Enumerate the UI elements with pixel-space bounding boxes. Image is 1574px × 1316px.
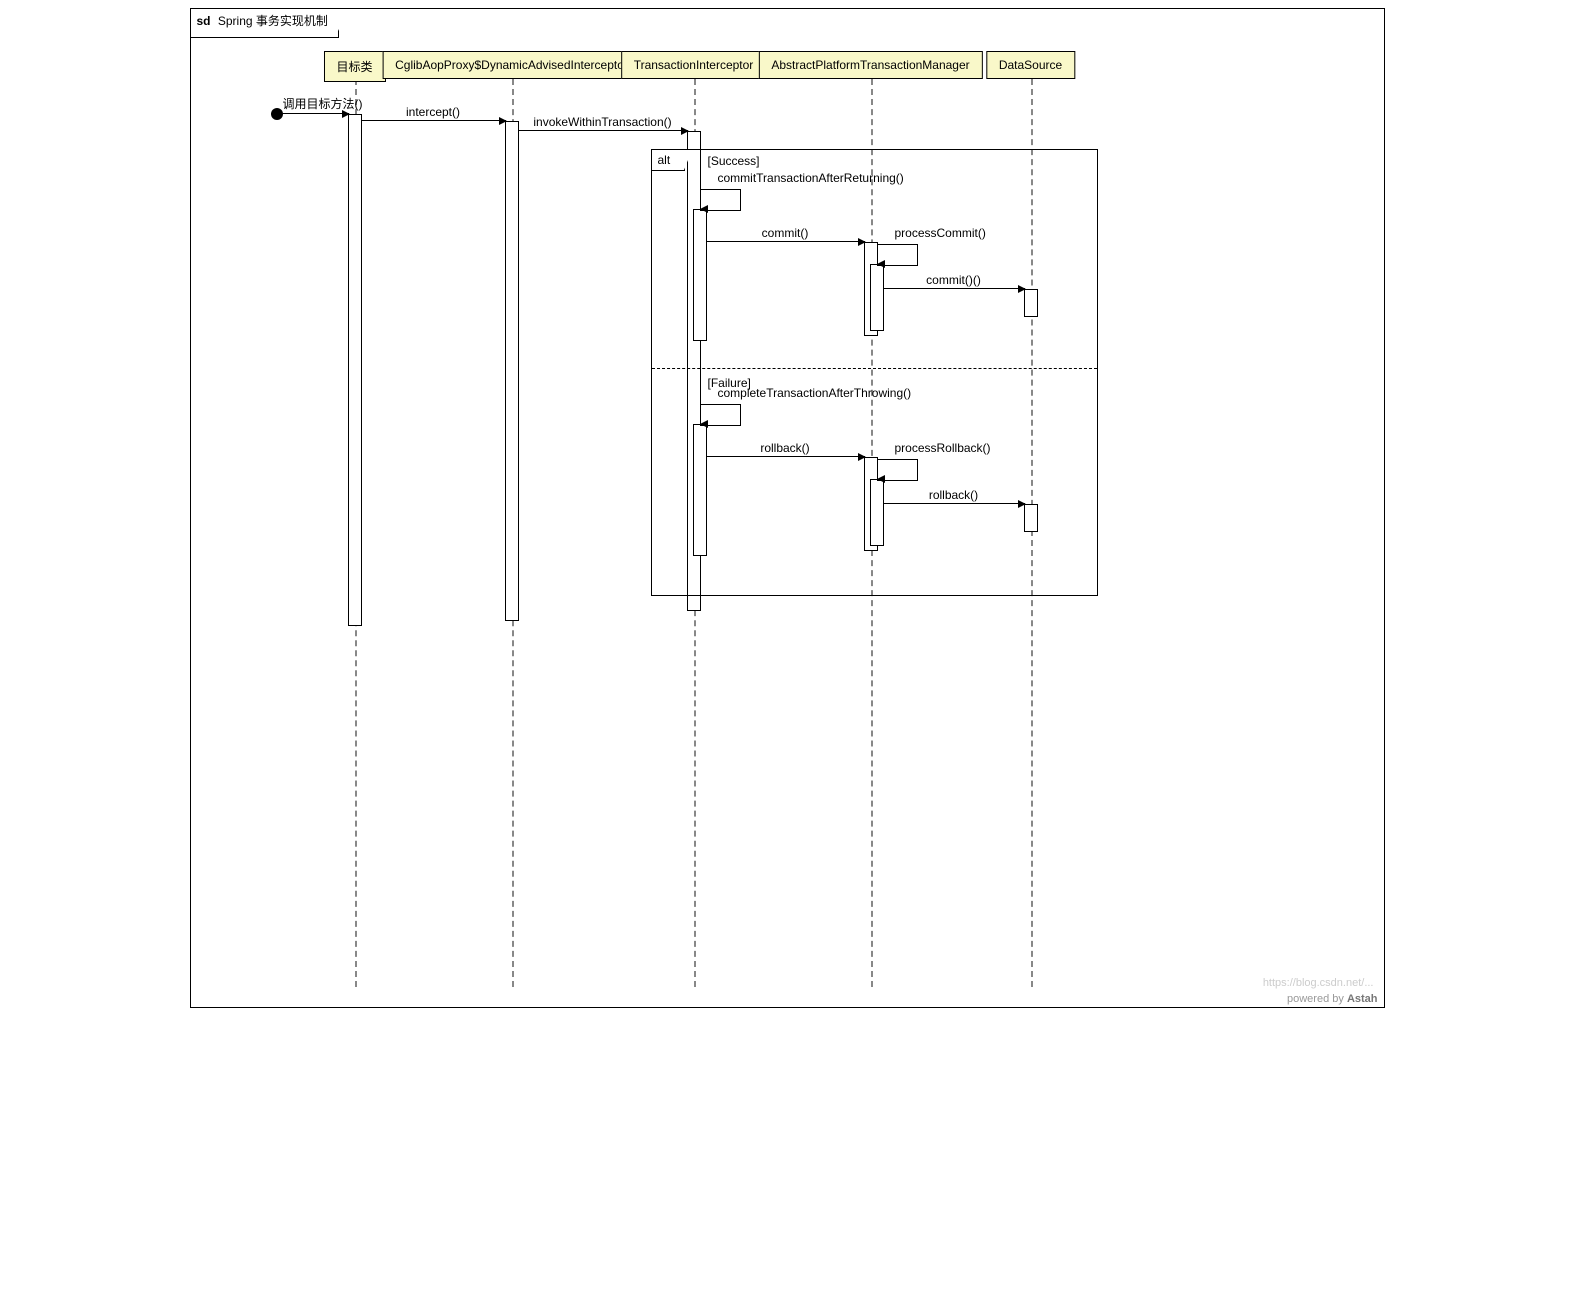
- activation-mgr-processrollback: [870, 479, 884, 546]
- head-proxy: CglibAopProxy$DynamicAdvisedInterceptor: [382, 51, 641, 79]
- activation-ti-commit: [693, 209, 707, 341]
- alt-divider: [652, 368, 1097, 369]
- frame-kind: sd: [197, 14, 211, 28]
- frame-title: Spring 事务实现机制: [218, 14, 328, 28]
- frame-title-tab: sd Spring 事务实现机制: [191, 9, 339, 38]
- watermark: https://blog.csdn.net/...: [1263, 977, 1374, 989]
- msg-commit: commit(): [706, 228, 865, 242]
- head-datasource: DataSource: [986, 51, 1075, 79]
- activation-target: [348, 114, 362, 626]
- activation-proxy: [505, 121, 519, 621]
- msg-call-target: 调用目标方法(): [283, 100, 349, 114]
- msg-rollback-ds: rollback(): [883, 490, 1025, 504]
- footer-credit: powered by Astah: [1287, 993, 1378, 1005]
- head-transaction-interceptor: TransactionInterceptor: [621, 51, 767, 79]
- guard-success: [Success]: [708, 154, 760, 168]
- msg-intercept: intercept(): [361, 107, 506, 121]
- head-transaction-manager: AbstractPlatformTransactionManager: [758, 51, 982, 79]
- msg-rollback: rollback(): [706, 443, 865, 457]
- activation-ds-rollback: [1024, 504, 1038, 532]
- activation-ds-commit: [1024, 289, 1038, 317]
- activation-ti-rollback: [693, 424, 707, 556]
- msg-invoke-within: invokeWithinTransaction(): [518, 117, 688, 131]
- activation-mgr-processcommit: [870, 264, 884, 331]
- found-message-start-icon: [271, 108, 283, 120]
- msg-commit-ds: commit()(): [883, 275, 1025, 289]
- alt-operator-tab: alt: [652, 150, 686, 171]
- head-target: 目标类: [323, 51, 385, 82]
- sequence-diagram-frame: sd Spring 事务实现机制 目标类 CglibAopProxy$Dynam…: [190, 8, 1385, 1008]
